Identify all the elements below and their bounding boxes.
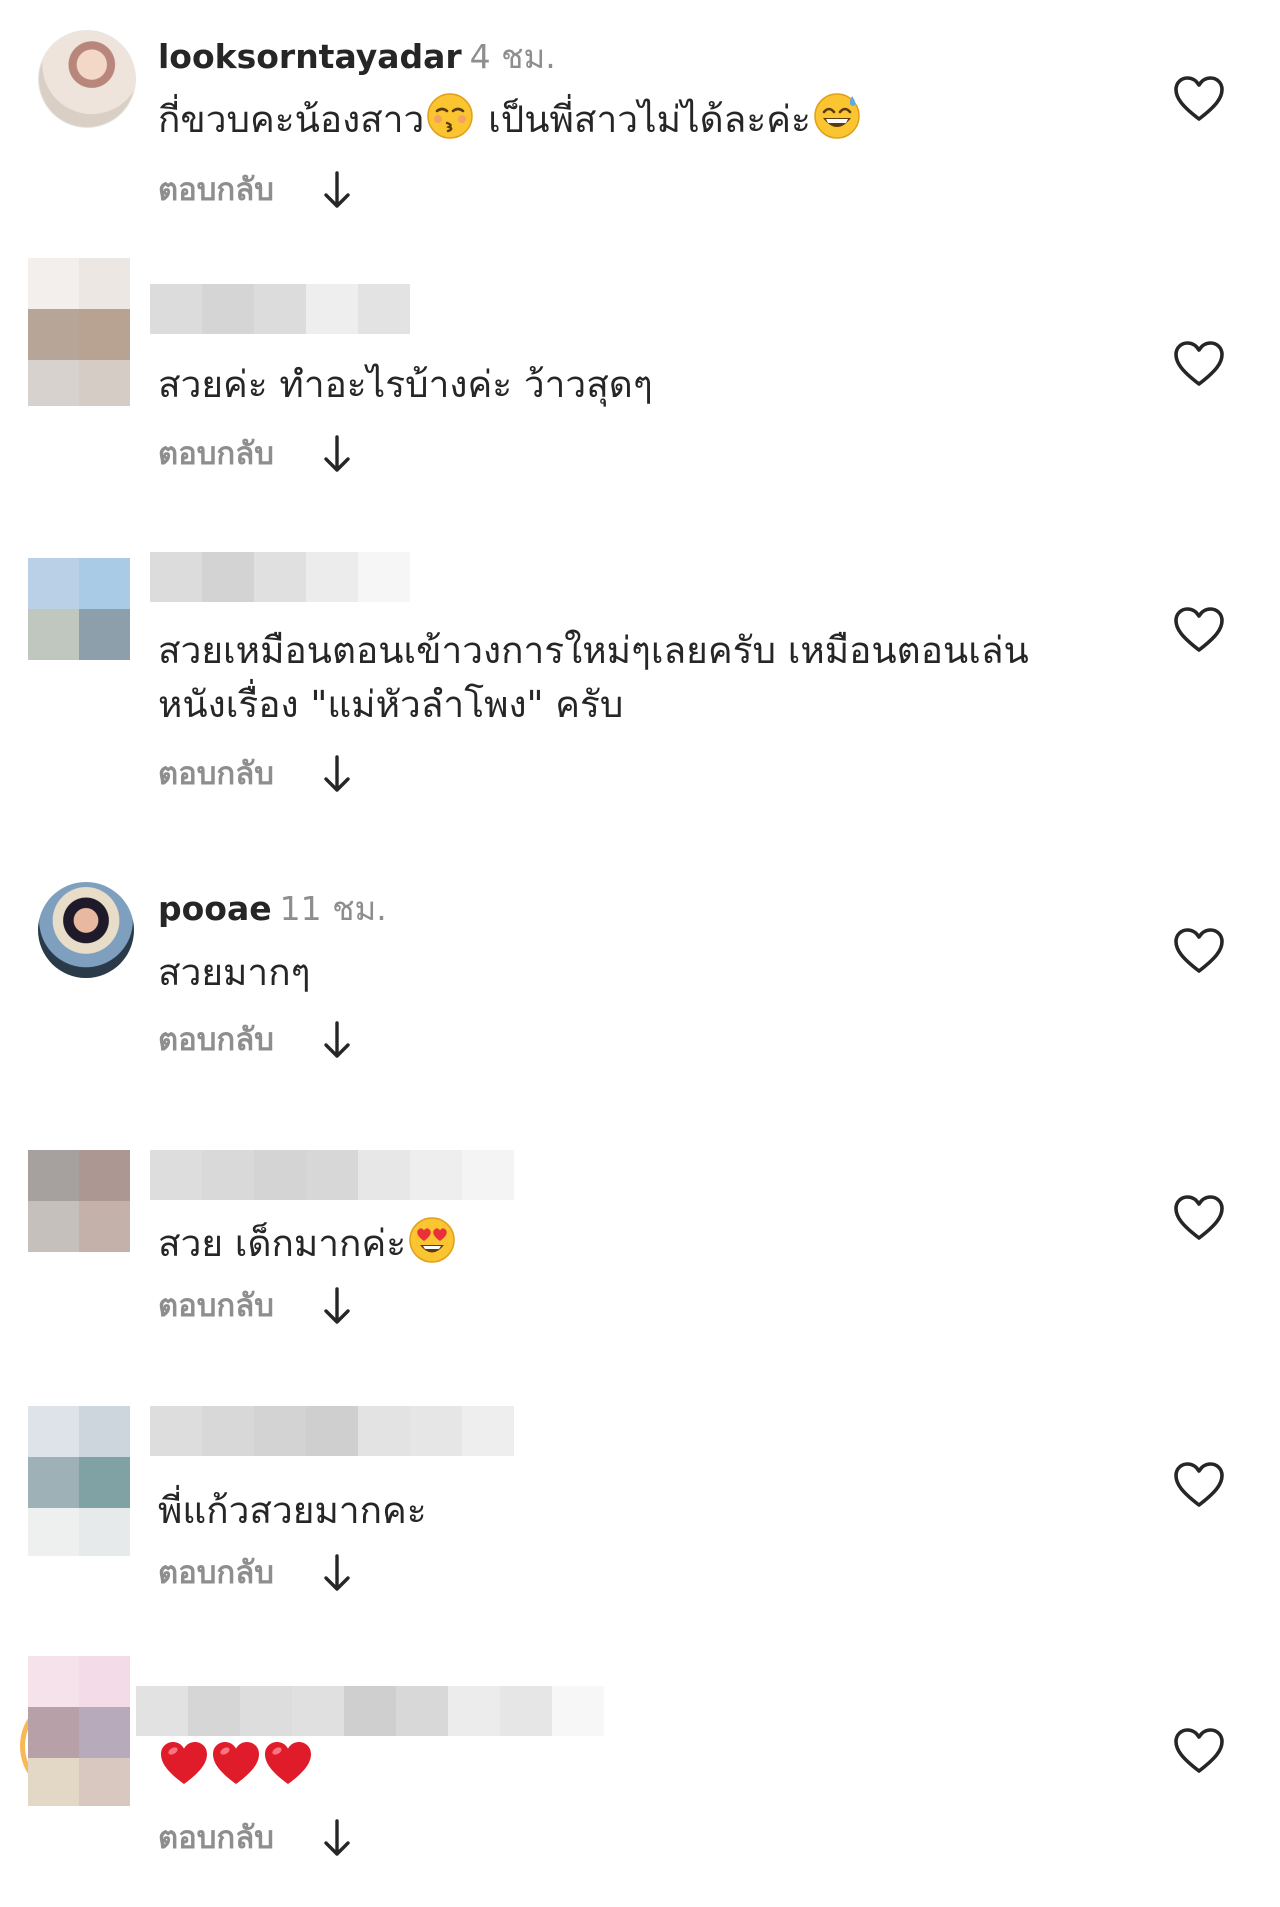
heart-eyes-emoji	[408, 1216, 456, 1264]
comment-actions: ตอบกลับ	[158, 1551, 352, 1595]
like-heart-icon[interactable]	[1174, 76, 1224, 122]
reply-button[interactable]: ตอบกลับ	[158, 1816, 274, 1860]
down-arrow-icon[interactable]	[322, 754, 352, 794]
username-blurred[interactable]	[150, 552, 410, 602]
comment-text	[158, 1740, 314, 1795]
like-heart-icon[interactable]	[1174, 1728, 1224, 1774]
down-arrow-icon[interactable]	[322, 434, 352, 474]
avatar-blurred[interactable]	[28, 1406, 130, 1508]
avatar-blurred-lower	[28, 1758, 130, 1806]
username[interactable]: looksorntayadar	[158, 37, 462, 76]
comment-text: พี่แก้วสวยมากคะ	[158, 1489, 427, 1532]
comment-actions: ตอบกลับ	[158, 752, 352, 796]
comment-text: กี่ขวบคะน้องสาว เป็นพี่สาวไม่ได้ละค่ะ	[158, 92, 863, 147]
comment-text: สวยมากๆ	[158, 951, 311, 994]
like-heart-icon[interactable]	[1174, 607, 1224, 653]
comment-text: สวย เด็กมากค่ะ	[158, 1216, 458, 1271]
comment-actions: ตอบกลับ	[158, 432, 352, 476]
like-heart-icon[interactable]	[1174, 341, 1224, 387]
comment-text-part: กี่ขวบคะน้องสาว	[158, 98, 425, 141]
comment-text: สวยค่ะ ทำอะไรบ้างค่ะ ว้าวสุดๆ	[158, 363, 653, 406]
timestamp: 11 ชม.	[279, 889, 387, 928]
comment-text-line: สวยเหมือนตอนเข้าวงการใหม่ๆเลยครับ เหมือน…	[158, 629, 1029, 672]
down-arrow-icon[interactable]	[322, 1818, 352, 1858]
avatar[interactable]	[38, 882, 134, 978]
comment-actions: ตอบกลับ	[158, 1284, 352, 1328]
avatar-blurred[interactable]	[28, 1656, 130, 1758]
reply-button[interactable]: ตอบกลับ	[158, 1018, 274, 1062]
kissing-closed-eyes-emoji	[426, 92, 474, 140]
username-blurred[interactable]	[150, 1150, 514, 1200]
red-heart-emoji	[264, 1740, 312, 1788]
comment-actions: ตอบกลับ	[158, 1018, 352, 1062]
comment-header: looksorntayadar 4 ชม.	[158, 37, 556, 77]
reply-button[interactable]: ตอบกลับ	[158, 168, 274, 212]
red-heart-emoji	[212, 1740, 260, 1788]
username[interactable]: pooae	[158, 889, 272, 928]
avatar-blurred[interactable]	[28, 558, 130, 660]
comment-text-line: หนังเรื่อง "แม่หัวลำโพง" ครับ	[158, 683, 624, 726]
timestamp: 4 ชม.	[469, 37, 556, 76]
like-heart-icon[interactable]	[1174, 1195, 1224, 1241]
red-heart-emoji	[160, 1740, 208, 1788]
avatar-blurred[interactable]	[28, 1150, 130, 1252]
username-blurred[interactable]	[136, 1686, 604, 1736]
comment-text-part: สวย เด็กมากค่ะ	[158, 1222, 407, 1265]
username-blurred[interactable]	[150, 1406, 514, 1456]
down-arrow-icon[interactable]	[322, 1020, 352, 1060]
avatar-blurred-lower	[28, 1508, 130, 1556]
comment-actions: ตอบกลับ	[158, 1816, 352, 1860]
like-heart-icon[interactable]	[1174, 1462, 1224, 1508]
comment-text: สวยเหมือนตอนเข้าวงการใหม่ๆเลยครับ เหมือน…	[158, 624, 1029, 732]
comment-text-part: เป็นพี่สาวไม่ได้ละค่ะ	[488, 98, 811, 141]
username-blurred[interactable]	[150, 284, 410, 334]
reply-button[interactable]: ตอบกลับ	[158, 432, 274, 476]
reply-button[interactable]: ตอบกลับ	[158, 1551, 274, 1595]
like-heart-icon[interactable]	[1174, 928, 1224, 974]
avatar[interactable]	[38, 30, 136, 128]
reply-button[interactable]: ตอบกลับ	[158, 752, 274, 796]
down-arrow-icon[interactable]	[322, 1553, 352, 1593]
down-arrow-icon[interactable]	[322, 170, 352, 210]
comment-header: pooae 11 ชม.	[158, 889, 387, 929]
down-arrow-icon[interactable]	[322, 1286, 352, 1326]
avatar-blurred[interactable]	[28, 258, 130, 360]
comment-actions: ตอบกลับ	[158, 168, 352, 212]
grinning-sweat-emoji	[813, 92, 861, 140]
reply-button[interactable]: ตอบกลับ	[158, 1284, 274, 1328]
avatar-blurred-lower	[28, 360, 130, 406]
